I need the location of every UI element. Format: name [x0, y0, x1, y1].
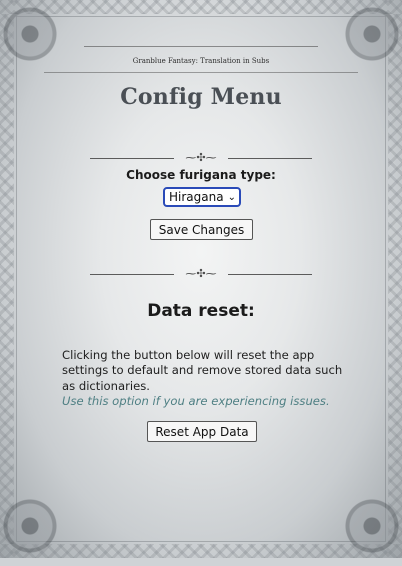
chevron-down-icon: ⌄ [227, 191, 236, 203]
corner-ornament-icon [332, 486, 402, 566]
furigana-select-value: Hiragana [169, 190, 224, 204]
page-title: Config Menu [120, 84, 282, 110]
ornamental-divider: ⁓✣⁓ [90, 267, 312, 281]
reset-hint-text: Use this option if you are experiencing … [62, 394, 330, 409]
divider-line [228, 158, 312, 159]
furigana-select[interactable]: Hiragana ⌄ [163, 187, 241, 207]
furigana-label: Choose furigana type: [126, 168, 276, 182]
reset-description-text: Clicking the button below will reset the… [62, 348, 343, 393]
scroll-banner [44, 32, 358, 73]
divider-line [90, 274, 174, 275]
save-changes-button[interactable]: Save Changes [150, 219, 253, 240]
reset-app-data-button[interactable]: Reset App Data [147, 421, 257, 442]
flourish-icon: ⁓✣⁓ [185, 151, 217, 164]
flourish-icon: ⁓✣⁓ [185, 267, 217, 280]
divider-line [90, 158, 174, 159]
banner-text: Granblue Fantasy: Translation in Subs [132, 57, 270, 65]
reset-description: Clicking the button below will reset the… [62, 348, 352, 410]
data-reset-heading: Data reset: [147, 301, 255, 321]
divider-line [228, 274, 312, 275]
ornamental-divider: ⁓✣⁓ [90, 151, 312, 165]
